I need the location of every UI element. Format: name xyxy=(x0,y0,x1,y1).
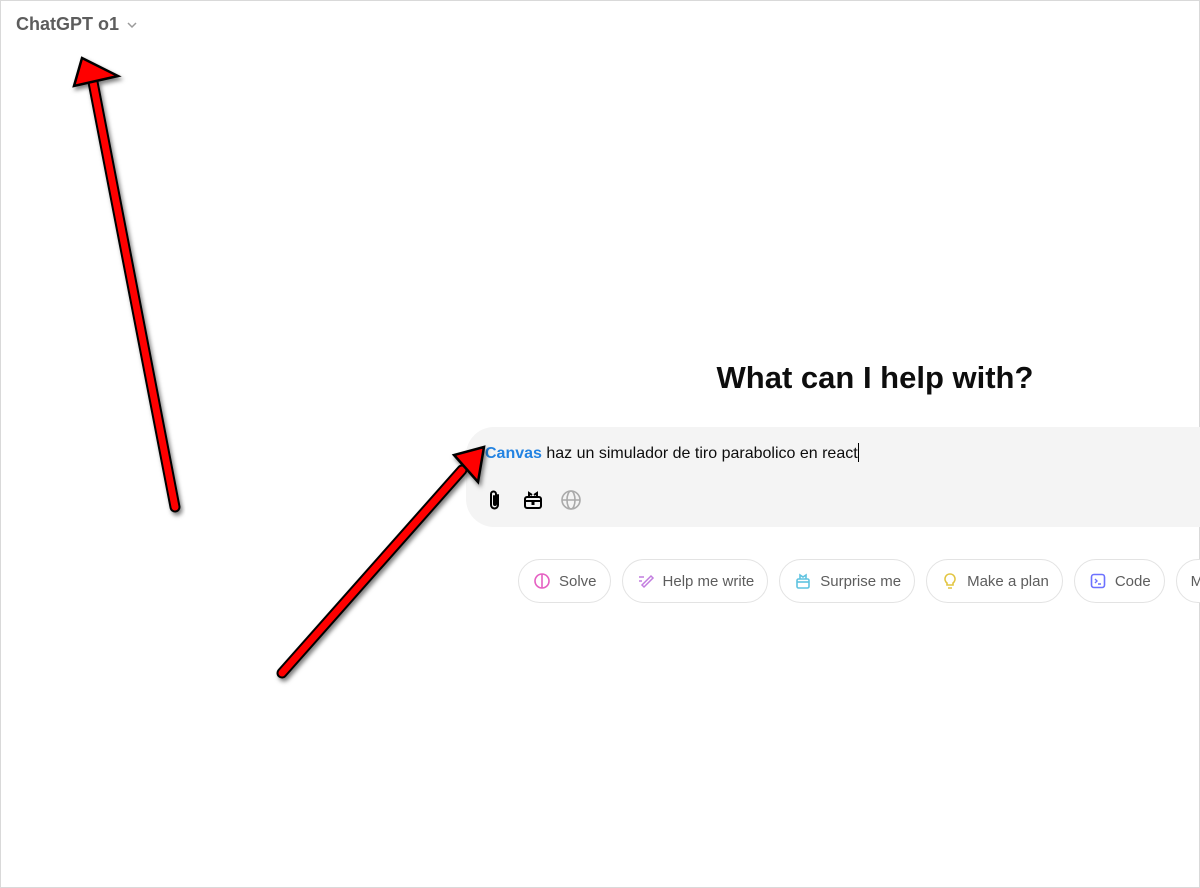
pen-icon xyxy=(638,574,654,589)
canvas-tag[interactable]: Canvas xyxy=(485,445,542,462)
gift-icon xyxy=(796,573,811,589)
prompt-text: haz un simulador de tiro parabolico en r… xyxy=(541,445,858,462)
chip-make-a-plan[interactable]: Make a plan xyxy=(926,559,1063,603)
chip-more[interactable]: More xyxy=(1175,559,1200,603)
text-caret xyxy=(857,443,859,462)
chip-code[interactable]: Code xyxy=(1073,559,1165,603)
chip-surprise-me[interactable]: Surprise me xyxy=(779,559,916,603)
chip-label: More xyxy=(1190,572,1200,590)
chip-label: Help me write xyxy=(662,572,755,590)
page-title: What can I help with? xyxy=(716,360,1034,395)
paperclip-icon[interactable] xyxy=(484,489,506,511)
toolbox-icon[interactable] xyxy=(522,489,544,511)
terminal-icon xyxy=(1090,573,1106,589)
suggestion-chips: Solve Help me write Surprise me Make a p… xyxy=(518,559,1200,603)
chip-label: Make a plan xyxy=(967,572,1049,590)
composer[interactable]: Canvas haz un simulador de tiro paraboli… xyxy=(466,427,1200,527)
chip-help-me-write[interactable]: Help me write xyxy=(621,559,769,603)
chip-solve[interactable]: Solve xyxy=(518,559,611,603)
lightbulb-icon xyxy=(944,573,956,589)
chevron-down-icon xyxy=(127,21,137,28)
model-selector[interactable]: ChatGPT o1 xyxy=(16,14,139,35)
chip-label: Surprise me xyxy=(820,572,902,590)
model-label: ChatGPT o1 xyxy=(16,14,120,34)
globe-icon[interactable] xyxy=(560,489,582,511)
brain-icon xyxy=(534,573,550,589)
chip-label: Solve xyxy=(559,572,597,590)
prompt-input[interactable]: Canvas haz un simulador de tiro paraboli… xyxy=(485,443,859,463)
chip-label: Code xyxy=(1114,572,1151,590)
